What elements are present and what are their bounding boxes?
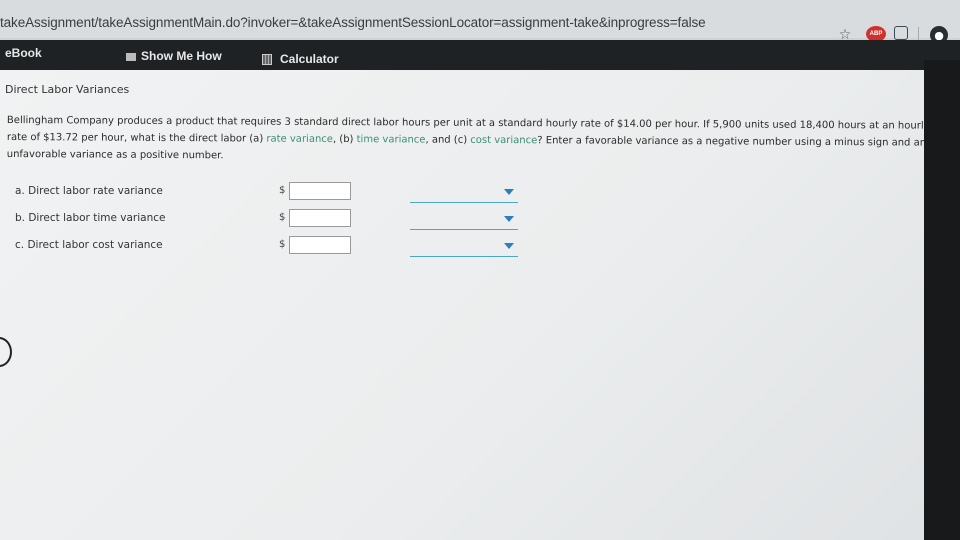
rate-variance-input[interactable] (289, 182, 351, 200)
currency-symbol: $ (279, 239, 286, 250)
rate-variance-link[interactable]: rate variance (266, 134, 333, 145)
show-me-how-label: Show Me How (141, 49, 222, 63)
extension-icon[interactable] (894, 26, 908, 40)
calculator-label: Calculator (280, 52, 339, 66)
toolbar-divider (918, 27, 919, 41)
rate-variance-select[interactable] (410, 184, 518, 203)
chevron-down-icon (504, 243, 514, 249)
monitor-bezel (924, 60, 960, 540)
url-text[interactable]: takeAssignment/takeAssignmentMain.do?inv… (0, 15, 706, 30)
question-mid1: , (b) (332, 133, 357, 146)
ebook-button[interactable]: eBook (5, 46, 42, 60)
assignment-content: Direct Labor Variances Bellingham Compan… (0, 70, 960, 540)
page-title: Direct Labor Variances (5, 83, 130, 96)
answer-row-rate: a. Direct labor rate variance $ (15, 182, 535, 204)
answer-row-cost: c. Direct labor cost variance $ (15, 236, 535, 258)
question-text: Bellingham Company produces a product th… (7, 112, 952, 169)
chevron-down-icon (504, 216, 514, 222)
cost-variance-input[interactable] (289, 236, 351, 254)
cost-variance-link[interactable]: cost variance (470, 135, 537, 146)
calculator-icon (262, 54, 272, 66)
show-me-how-button[interactable]: Show Me How (126, 49, 222, 63)
address-bar: takeAssignment/takeAssignmentMain.do?inv… (0, 0, 960, 44)
currency-symbol: $ (279, 185, 286, 196)
time-variance-link[interactable]: time variance (357, 134, 426, 145)
row-label: b. Direct labor time variance (15, 212, 166, 224)
time-variance-input[interactable] (289, 209, 351, 227)
row-label: c. Direct labor cost variance (15, 239, 163, 251)
row-label: a. Direct labor rate variance (15, 185, 163, 197)
assignment-toolbar: eBook Show Me How Calculator (0, 40, 960, 70)
answer-row-time: b. Direct labor time variance $ (15, 209, 535, 231)
chevron-down-icon (504, 189, 514, 195)
time-variance-select[interactable] (410, 211, 518, 230)
question-mid2: , and (c) (425, 134, 471, 146)
cost-variance-select[interactable] (410, 238, 518, 257)
currency-symbol: $ (279, 212, 286, 223)
calculator-button[interactable]: Calculator (262, 52, 339, 66)
video-icon (126, 52, 136, 61)
